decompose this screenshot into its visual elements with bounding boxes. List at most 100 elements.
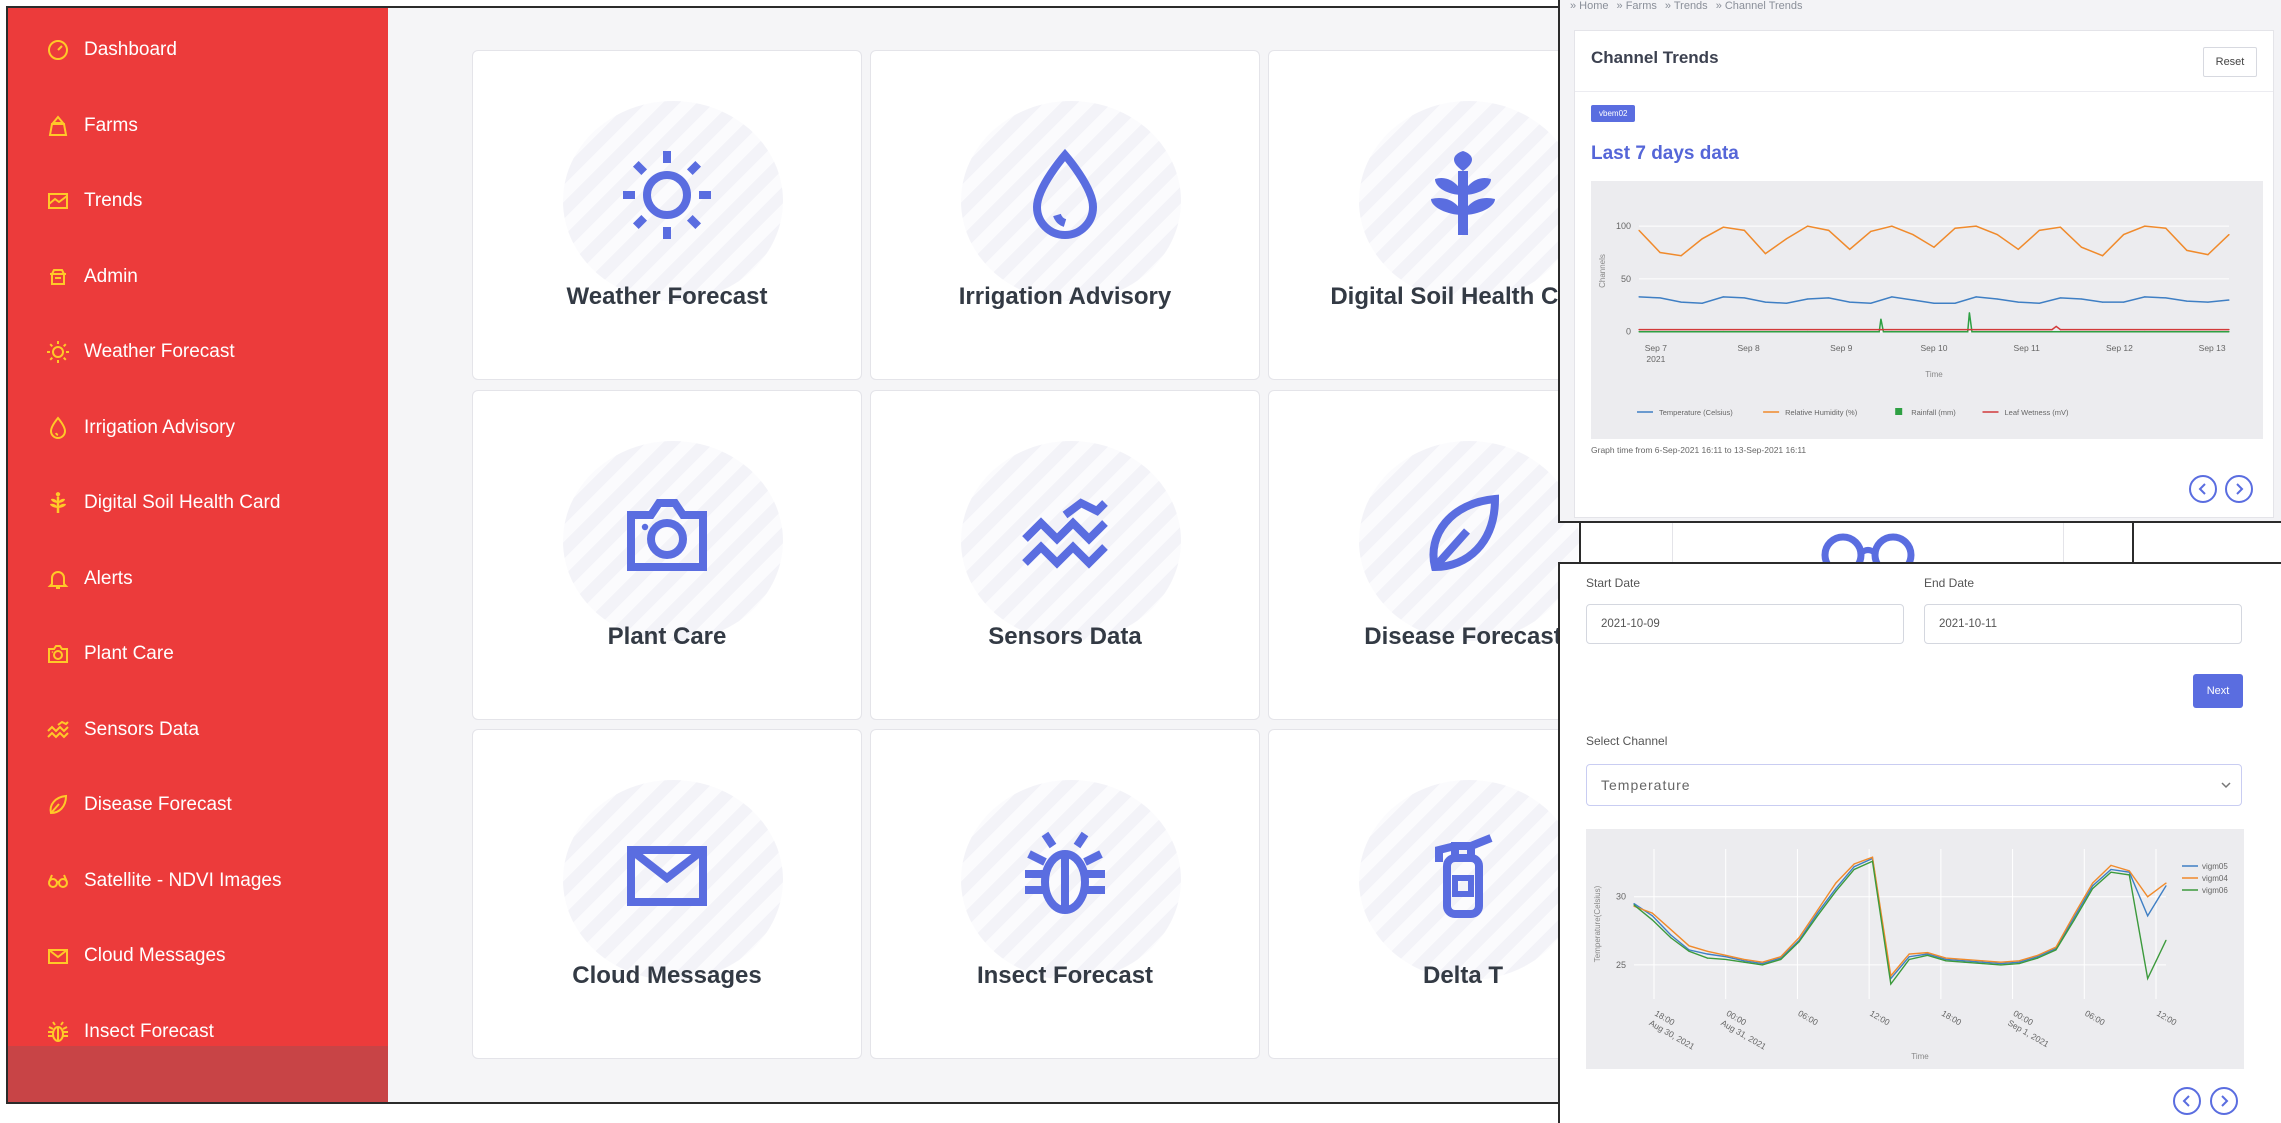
- channel-select[interactable]: Temperature: [1586, 764, 2242, 806]
- series-line-0: [1638, 296, 2230, 304]
- panel-border: [2132, 523, 2134, 563]
- data-point: [2207, 301, 2209, 303]
- app-window: Dashboard Farms Trends Admin Weather Forecas…: [6, 6, 1581, 1104]
- card-sensors-data[interactable]: Sensors Data: [870, 390, 1260, 720]
- data-point: [1996, 233, 1998, 236]
- sidebar-item-disease-forecast[interactable]: Disease Forecast: [46, 785, 232, 825]
- sidebar-item-label: Cloud Messages: [84, 945, 226, 966]
- end-date-input[interactable]: 2021-10-11: [1924, 604, 2242, 644]
- device-badge[interactable]: vbem02: [1591, 105, 1636, 122]
- legend-label: vigm05: [2202, 862, 2228, 871]
- data-point: [2055, 949, 2057, 951]
- card-plant-care[interactable]: Plant Care: [472, 390, 862, 720]
- select-channel-label: Select Channel: [1586, 734, 1668, 748]
- sidebar-item-satellite-ndvi-images[interactable]: Satellite - NDVI Images: [46, 861, 281, 901]
- card-disease-forecast[interactable]: Disease Forecast: [1268, 390, 1579, 720]
- data-point: [2000, 964, 2002, 966]
- card-insect-forecast[interactable]: Insect Forecast: [870, 729, 1260, 1059]
- x-tick-label: 06:00: [2083, 1008, 2107, 1027]
- sidebar-item-sensors-data[interactable]: Sensors Data: [46, 710, 199, 750]
- data-point: [1701, 238, 1703, 240]
- bug-icon: [1017, 826, 1113, 922]
- data-point: [2144, 331, 2146, 333]
- sun-icon: [47, 341, 69, 363]
- previous-button[interactable]: [2173, 1087, 2201, 1115]
- data-point: [1706, 957, 1708, 959]
- series-line-3: [1639, 325, 2229, 331]
- data-point: [1722, 296, 1724, 298]
- card-label: Sensors Data: [988, 623, 1142, 650]
- data-point: [1996, 298, 1998, 300]
- sidebar-item-label: Digital Soil Health Card: [84, 492, 281, 513]
- data-point: [2128, 874, 2130, 876]
- breadcrumb-item[interactable]: » Trends: [1665, 0, 1708, 12]
- data-point: [1701, 302, 1703, 304]
- card-delta-t[interactable]: Delta T: [1268, 729, 1579, 1059]
- data-point: [1670, 934, 1672, 936]
- data-point: [2110, 868, 2112, 871]
- card-weather-forecast[interactable]: Weather Forecast: [472, 50, 862, 380]
- sidebar-item-alerts[interactable]: Alerts: [46, 559, 133, 599]
- sidebar-item-admin[interactable]: Admin: [46, 257, 138, 297]
- temperature-chart: 25 30 18:00Aug 30, 2021 00:00Aug 31, 2021 06…: [1586, 829, 2244, 1069]
- next-page-button[interactable]: [2225, 475, 2253, 503]
- sidebar-item-farms[interactable]: Farms: [46, 106, 138, 146]
- data-point: [1945, 958, 1947, 961]
- data-point: [1680, 255, 1682, 257]
- sidebar-item-weather-forecast[interactable]: Weather Forecast: [46, 332, 235, 372]
- data-point: [2092, 882, 2094, 884]
- card-irrigation-advisory[interactable]: Irrigation Advisory: [870, 50, 1260, 380]
- data-point: [2123, 233, 2125, 236]
- card-cloud-messages[interactable]: Cloud Messages: [472, 729, 862, 1059]
- y-tick-label: 0: [1626, 327, 1631, 337]
- sidebar-item-irrigation-advisory[interactable]: Irrigation Advisory: [46, 408, 235, 448]
- y-tick-label: 30: [1616, 892, 1626, 902]
- sidebar-item-dashboard[interactable]: Dashboard: [46, 30, 177, 70]
- bug-icon: [48, 1020, 68, 1042]
- data-point: [1891, 329, 1893, 331]
- data-point: [1912, 299, 1914, 301]
- waves-icon: [46, 718, 70, 742]
- sidebar-footer: [8, 1046, 388, 1102]
- graph-time-text: Graph time from 6-Sep-2021 16:11 to 13-S…: [1591, 445, 1807, 455]
- data-point: [1908, 956, 1910, 958]
- data-point: [2144, 296, 2146, 298]
- data-point: [1963, 961, 1965, 963]
- card-digital-soil-health-card[interactable]: Digital Soil Health Card: [1268, 50, 1579, 380]
- data-point: [2165, 227, 2167, 229]
- data-point: [1971, 331, 1973, 333]
- data-point: [2055, 325, 2057, 328]
- data-point: [1926, 954, 1929, 956]
- data-point: [1968, 312, 1970, 314]
- data-point: [2147, 977, 2149, 980]
- breadcrumb-item[interactable]: » Farms: [1617, 0, 1657, 12]
- previous-button[interactable]: [2189, 475, 2217, 503]
- channel-trends-chart: 0 50 100 Sep 7 2021 Sep 8 Sep 9 Sep 10 Sep 11 Sep…: [1591, 181, 2263, 439]
- data-point: [1853, 868, 1855, 871]
- breadcrumb-item[interactable]: » Channel Trends: [1716, 0, 1803, 12]
- data-point: [1806, 298, 1809, 300]
- next-button[interactable]: Next: [2193, 674, 2243, 708]
- breadcrumb-item[interactable]: » Home: [1570, 0, 1609, 12]
- sidebar-item-digital-soil-health-card[interactable]: Digital Soil Health Card: [46, 483, 280, 523]
- ndvi-card-fragment: [1672, 523, 2064, 563]
- waves-icon: [47, 720, 69, 738]
- data-point: [2228, 299, 2230, 301]
- camera-icon: [627, 499, 707, 571]
- y-tick-label: 25: [1616, 960, 1626, 970]
- x-tick-label: Sep 7 2021: [1645, 343, 1667, 364]
- sidebar-item-cloud-messages[interactable]: Cloud Messages: [46, 936, 226, 976]
- data-point: [1688, 945, 1690, 947]
- sidebar-item-trends[interactable]: Trends: [46, 181, 142, 221]
- data-point: [1638, 329, 1640, 331]
- sidebar-item-plant-care[interactable]: Plant Care: [46, 634, 174, 674]
- data-point: [1816, 915, 1819, 917]
- data-point: [2228, 329, 2230, 331]
- data-point: [2073, 919, 2075, 921]
- data-point: [1764, 252, 1767, 255]
- next-page-button[interactable]: [2210, 1087, 2238, 1115]
- start-date-input[interactable]: 2021-10-09: [1586, 604, 1904, 644]
- reset-button[interactable]: Reset: [2203, 47, 2257, 77]
- header-divider: [1575, 91, 2273, 92]
- data-point: [2101, 301, 2104, 303]
